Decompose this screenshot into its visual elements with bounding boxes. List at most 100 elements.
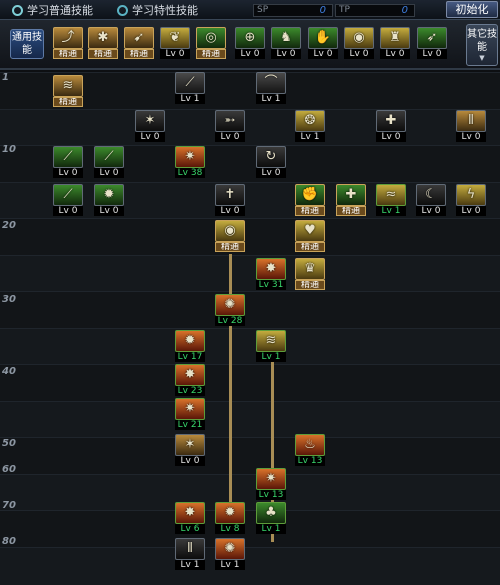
skill-slot[interactable]: ✹ Lv 17 xyxy=(175,330,205,363)
skill-slot[interactable]: ☾ Lv 0 xyxy=(416,184,446,217)
skill-slot[interactable]: ✶ Lv 0 xyxy=(135,110,165,143)
fire-burst-icon: ✸ xyxy=(265,261,277,276)
tp-value: 0 xyxy=(401,5,408,16)
skill-frame: ⤴ xyxy=(53,27,83,49)
tab-special-skills[interactable]: 学习特性技能 xyxy=(117,2,198,18)
skill-slot[interactable]: ✹ Lv 8 xyxy=(215,502,245,535)
skill-frame: ϟ xyxy=(456,184,486,206)
skill-level-label: Lv 0 xyxy=(94,206,124,216)
skill-slot[interactable]: ϟ Lv 0 xyxy=(456,184,486,217)
skill-slot[interactable]: ♞ Lv 0 xyxy=(271,27,301,60)
wings-icon: ❦ xyxy=(169,30,181,45)
skill-slot[interactable]: ✱ 精通 xyxy=(88,27,118,60)
skill-slot[interactable]: ◉ 精通 xyxy=(215,220,245,253)
flame-icon: ϟ xyxy=(466,187,476,202)
skill-slot[interactable]: ❂ Lv 1 xyxy=(295,110,325,143)
skill-level-label: Lv 8 xyxy=(215,524,245,534)
skill-slot[interactable]: ✋ Lv 0 xyxy=(308,27,338,60)
skill-slot[interactable]: ❦ Lv 0 xyxy=(160,27,190,60)
tree-row-band xyxy=(0,473,500,512)
skill-slot[interactable]: ✸ Lv 31 xyxy=(256,258,286,291)
tab-common-skills[interactable]: 学习普通技能 xyxy=(12,2,93,18)
skill-slot[interactable]: ✹ Lv 0 xyxy=(94,184,124,217)
skill-slot[interactable]: ⫴ Lv 1 xyxy=(175,538,205,571)
heart-shield-icon: ♥ xyxy=(304,223,316,238)
skill-slot[interactable]: ♜ Lv 0 xyxy=(380,27,410,60)
swirl-icon: ❂ xyxy=(304,113,316,128)
skill-slot[interactable]: ◎ 精通 xyxy=(196,27,226,60)
skill-slot[interactable]: ➶ Lv 0 xyxy=(417,27,447,60)
skill-slot[interactable]: ✷ Lv 21 xyxy=(175,398,205,431)
skill-slot[interactable]: ◉ Lv 0 xyxy=(344,27,374,60)
skill-slot[interactable]: ≈ Lv 1 xyxy=(376,184,406,217)
skill-slot[interactable]: ✸ Lv 6 xyxy=(175,502,205,535)
kick-icon: ✱ xyxy=(97,30,109,45)
lion-roar-icon: ♛ xyxy=(304,261,316,276)
skill-slot[interactable]: ♨ Lv 13 xyxy=(295,434,325,467)
skill-frame: ✚ xyxy=(376,110,406,132)
skill-level-label: Lv 1 xyxy=(175,560,205,570)
skill-frame: ➶ xyxy=(417,27,447,49)
skill-slot[interactable]: ⟋ Lv 0 xyxy=(53,146,83,179)
skill-slot[interactable]: ✺ Lv 28 xyxy=(215,294,245,327)
skill-level-label: Lv 6 xyxy=(175,524,205,534)
skill-slot[interactable]: ♣ Lv 1 xyxy=(256,502,286,535)
skill-slot[interactable]: ⟋ Lv 0 xyxy=(94,146,124,179)
skill-slot[interactable]: ⟋ Lv 0 xyxy=(53,184,83,217)
skill-level-label: Lv 0 xyxy=(215,132,245,142)
skill-slot[interactable]: ♥ 精通 xyxy=(295,220,325,253)
skill-frame: ◉ xyxy=(344,27,374,49)
skill-level-label: Lv 1 xyxy=(376,206,406,216)
skill-slot[interactable]: ✷ Lv 38 xyxy=(175,146,205,179)
skill-frame: ⟋ xyxy=(175,72,205,94)
skill-slot[interactable]: ⫴ Lv 0 xyxy=(456,110,486,143)
skill-frame: ≋ xyxy=(53,75,83,97)
top-bar: 学习普通技能 学习特性技能 SP 0 TP 0 初始化 xyxy=(0,0,500,20)
skill-slot[interactable]: ⌒ Lv 1 xyxy=(256,72,286,105)
skill-frame: ❦ xyxy=(160,27,190,49)
skill-frame: ✸ xyxy=(256,258,286,280)
skill-slot[interactable]: ≋ 精通 xyxy=(53,75,83,108)
reset-button[interactable]: 初始化 xyxy=(446,1,498,18)
dragon-icon: ♨ xyxy=(304,437,316,452)
skill-level-label: Lv 0 xyxy=(175,456,205,466)
skill-frame: ≈ xyxy=(376,184,406,206)
skill-slot[interactable]: ➹ 精通 xyxy=(124,27,154,60)
skill-slot[interactable]: ✊ 精通 xyxy=(295,184,325,217)
tree-row-band xyxy=(0,218,500,256)
fire-dash-icon: ✸ xyxy=(184,505,196,520)
skill-slot[interactable]: ≋ Lv 1 xyxy=(256,330,286,363)
other-skills-button[interactable]: 其它技能 ▼ xyxy=(466,24,498,66)
eye-icon: ◉ xyxy=(353,30,365,45)
skill-slot[interactable]: ✝ Lv 0 xyxy=(215,184,245,217)
skill-slot[interactable]: ⤴ 精通 xyxy=(53,27,83,60)
skill-level-label: 精通 xyxy=(295,280,325,290)
skill-slot[interactable]: ✚ Lv 0 xyxy=(376,110,406,143)
skill-slot[interactable]: ✺ Lv 1 xyxy=(215,538,245,571)
skill-slot[interactable]: ✸ Lv 23 xyxy=(175,364,205,397)
skill-slot[interactable]: ✷ Lv 13 xyxy=(256,468,286,501)
skill-slot[interactable]: ✚ 精通 xyxy=(336,184,366,217)
explosion-icon: ✺ xyxy=(224,297,236,312)
skill-frame: ⫴ xyxy=(175,538,205,560)
skill-level-label: Lv 1 xyxy=(256,352,286,362)
skill-frame: ↻ xyxy=(256,146,286,168)
skill-slot[interactable]: ➵ Lv 0 xyxy=(215,110,245,143)
green-beast-icon: ♣ xyxy=(265,505,277,520)
skill-frame: ♨ xyxy=(295,434,325,456)
skill-slot[interactable]: ⟋ Lv 1 xyxy=(175,72,205,105)
skill-slot[interactable]: ♛ 精通 xyxy=(295,258,325,291)
skill-frame: ☾ xyxy=(416,184,446,206)
skill-slot[interactable]: ✶ Lv 0 xyxy=(175,434,205,467)
skill-slot[interactable]: ⊕ Lv 0 xyxy=(235,27,265,60)
dash-icon: ➹ xyxy=(133,30,145,45)
spin-icon: ↻ xyxy=(265,149,277,164)
skill-frame: ♛ xyxy=(295,258,325,280)
fighter-icon: ♞ xyxy=(280,30,292,45)
other-skills-label: 其它技能 xyxy=(467,29,497,53)
armor-icon: ♜ xyxy=(389,30,401,45)
skill-slot[interactable]: ↻ Lv 0 xyxy=(256,146,286,179)
skill-level-label: Lv 0 xyxy=(376,132,406,142)
skill-frame: ♞ xyxy=(271,27,301,49)
eye-orb-icon: ◉ xyxy=(224,223,236,238)
